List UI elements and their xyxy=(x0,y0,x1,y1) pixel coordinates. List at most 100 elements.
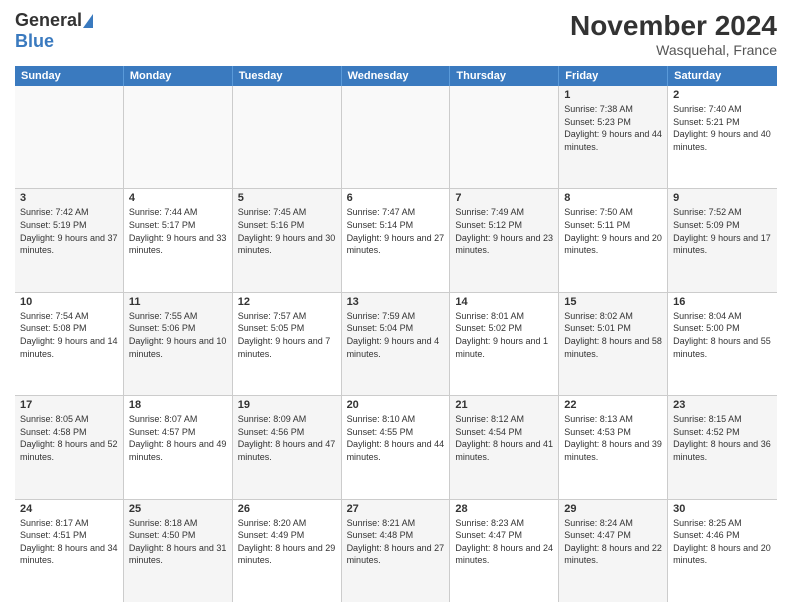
header: General Blue November 2024 Wasquehal, Fr… xyxy=(15,10,777,58)
day-info-28: Sunrise: 8:23 AM Sunset: 4:47 PM Dayligh… xyxy=(455,517,553,567)
day-info-15: Sunrise: 8:02 AM Sunset: 5:01 PM Dayligh… xyxy=(564,310,662,360)
day-number-12: 12 xyxy=(238,296,336,308)
day-number-17: 17 xyxy=(20,399,118,411)
calendar-cell-1-0: 3 Sunrise: 7:42 AM Sunset: 5:19 PM Daylig… xyxy=(15,189,124,291)
calendar-cell-2-0: 10 Sunrise: 7:54 AM Sunset: 5:08 PM Dayli… xyxy=(15,293,124,395)
day-number-1: 1 xyxy=(564,89,662,101)
day-info-19: Sunrise: 8:09 AM Sunset: 4:56 PM Dayligh… xyxy=(238,413,336,463)
day-number-7: 7 xyxy=(455,192,553,204)
day-number-5: 5 xyxy=(238,192,336,204)
day-number-13: 13 xyxy=(347,296,445,308)
calendar-cell-1-2: 5 Sunrise: 7:45 AM Sunset: 5:16 PM Daylig… xyxy=(233,189,342,291)
calendar-cell-0-6: 2 Sunrise: 7:40 AM Sunset: 5:21 PM Daylig… xyxy=(668,86,777,188)
day-info-16: Sunrise: 8:04 AM Sunset: 5:00 PM Dayligh… xyxy=(673,310,772,360)
day-info-26: Sunrise: 8:20 AM Sunset: 4:49 PM Dayligh… xyxy=(238,517,336,567)
calendar-cell-0-1 xyxy=(124,86,233,188)
day-number-8: 8 xyxy=(564,192,662,204)
calendar: Sunday Monday Tuesday Wednesday Thursday… xyxy=(15,66,777,602)
day-info-27: Sunrise: 8:21 AM Sunset: 4:48 PM Dayligh… xyxy=(347,517,445,567)
title-section: November 2024 Wasquehal, France xyxy=(570,10,777,58)
day-info-2: Sunrise: 7:40 AM Sunset: 5:21 PM Dayligh… xyxy=(673,103,772,153)
day-info-1: Sunrise: 7:38 AM Sunset: 5:23 PM Dayligh… xyxy=(564,103,662,153)
day-number-10: 10 xyxy=(20,296,118,308)
day-info-25: Sunrise: 8:18 AM Sunset: 4:50 PM Dayligh… xyxy=(129,517,227,567)
day-number-14: 14 xyxy=(455,296,553,308)
logo-general-text: General xyxy=(15,10,82,31)
calendar-cell-3-1: 18 Sunrise: 8:07 AM Sunset: 4:57 PM Dayli… xyxy=(124,396,233,498)
header-friday: Friday xyxy=(559,66,668,86)
calendar-cell-1-6: 9 Sunrise: 7:52 AM Sunset: 5:09 PM Daylig… xyxy=(668,189,777,291)
day-number-4: 4 xyxy=(129,192,227,204)
day-number-3: 3 xyxy=(20,192,118,204)
day-number-11: 11 xyxy=(129,296,227,308)
calendar-cell-1-4: 7 Sunrise: 7:49 AM Sunset: 5:12 PM Daylig… xyxy=(450,189,559,291)
day-info-9: Sunrise: 7:52 AM Sunset: 5:09 PM Dayligh… xyxy=(673,206,772,256)
main-title: November 2024 xyxy=(570,10,777,42)
calendar-cell-2-2: 12Sunrise: 7:57 AM Sunset: 5:05 PM Dayli… xyxy=(233,293,342,395)
day-info-8: Sunrise: 7:50 AM Sunset: 5:11 PM Dayligh… xyxy=(564,206,662,256)
calendar-cell-4-6: 30Sunrise: 8:25 AM Sunset: 4:46 PM Dayli… xyxy=(668,500,777,602)
day-info-10: Sunrise: 7:54 AM Sunset: 5:08 PM Dayligh… xyxy=(20,310,118,360)
day-info-4: Sunrise: 7:44 AM Sunset: 5:17 PM Dayligh… xyxy=(129,206,227,256)
calendar-cell-0-4 xyxy=(450,86,559,188)
calendar-cell-2-4: 14 Sunrise: 8:01 AM Sunset: 5:02 PM Dayli… xyxy=(450,293,559,395)
header-thursday: Thursday xyxy=(450,66,559,86)
logo-line1: General xyxy=(15,10,93,31)
day-number-29: 29 xyxy=(564,503,662,515)
day-number-21: 21 xyxy=(455,399,553,411)
calendar-cell-0-0 xyxy=(15,86,124,188)
logo-arrow-icon xyxy=(83,14,93,28)
day-number-24: 24 xyxy=(20,503,118,515)
day-number-9: 9 xyxy=(673,192,772,204)
calendar-row-4: 24 Sunrise: 8:17 AM Sunset: 4:51 PM Dayli… xyxy=(15,500,777,602)
calendar-cell-3-4: 21 Sunrise: 8:12 AM Sunset: 4:54 PM Dayli… xyxy=(450,396,559,498)
calendar-cell-4-1: 25Sunrise: 8:18 AM Sunset: 4:50 PM Dayli… xyxy=(124,500,233,602)
day-info-13: Sunrise: 7:59 AM Sunset: 5:04 PM Dayligh… xyxy=(347,310,445,360)
day-info-6: Sunrise: 7:47 AM Sunset: 5:14 PM Dayligh… xyxy=(347,206,445,256)
day-number-2: 2 xyxy=(673,89,772,101)
logo: General Blue xyxy=(15,10,93,52)
calendar-cell-1-5: 8 Sunrise: 7:50 AM Sunset: 5:11 PM Daylig… xyxy=(559,189,668,291)
calendar-body: 1 Sunrise: 7:38 AM Sunset: 5:23 PM Daylig… xyxy=(15,86,777,602)
day-number-28: 28 xyxy=(455,503,553,515)
day-info-14: Sunrise: 8:01 AM Sunset: 5:02 PM Dayligh… xyxy=(455,310,553,360)
calendar-row-1: 3 Sunrise: 7:42 AM Sunset: 5:19 PM Daylig… xyxy=(15,189,777,292)
calendar-cell-3-5: 22Sunrise: 8:13 AM Sunset: 4:53 PM Dayli… xyxy=(559,396,668,498)
subtitle: Wasquehal, France xyxy=(570,42,777,58)
calendar-cell-0-2 xyxy=(233,86,342,188)
calendar-cell-2-5: 15 Sunrise: 8:02 AM Sunset: 5:01 PM Dayli… xyxy=(559,293,668,395)
day-info-29: Sunrise: 8:24 AM Sunset: 4:47 PM Dayligh… xyxy=(564,517,662,567)
calendar-cell-1-1: 4 Sunrise: 7:44 AM Sunset: 5:17 PM Daylig… xyxy=(124,189,233,291)
header-saturday: Saturday xyxy=(668,66,777,86)
calendar-cell-4-0: 24 Sunrise: 8:17 AM Sunset: 4:51 PM Dayli… xyxy=(15,500,124,602)
header-tuesday: Tuesday xyxy=(233,66,342,86)
logo-blue-text: Blue xyxy=(15,31,54,51)
day-info-24: Sunrise: 8:17 AM Sunset: 4:51 PM Dayligh… xyxy=(20,517,118,567)
calendar-cell-0-3 xyxy=(342,86,451,188)
calendar-cell-2-6: 16Sunrise: 8:04 AM Sunset: 5:00 PM Dayli… xyxy=(668,293,777,395)
page: General Blue November 2024 Wasquehal, Fr… xyxy=(0,0,792,612)
day-info-18: Sunrise: 8:07 AM Sunset: 4:57 PM Dayligh… xyxy=(129,413,227,463)
calendar-row-0: 1 Sunrise: 7:38 AM Sunset: 5:23 PM Daylig… xyxy=(15,86,777,189)
day-info-17: Sunrise: 8:05 AM Sunset: 4:58 PM Dayligh… xyxy=(20,413,118,463)
day-number-15: 15 xyxy=(564,296,662,308)
day-number-18: 18 xyxy=(129,399,227,411)
calendar-row-2: 10 Sunrise: 7:54 AM Sunset: 5:08 PM Dayli… xyxy=(15,293,777,396)
calendar-cell-2-3: 13 Sunrise: 7:59 AM Sunset: 5:04 PM Dayli… xyxy=(342,293,451,395)
day-number-20: 20 xyxy=(347,399,445,411)
calendar-cell-2-1: 11 Sunrise: 7:55 AM Sunset: 5:06 PM Dayli… xyxy=(124,293,233,395)
calendar-cell-4-3: 27Sunrise: 8:21 AM Sunset: 4:48 PM Dayli… xyxy=(342,500,451,602)
day-info-21: Sunrise: 8:12 AM Sunset: 4:54 PM Dayligh… xyxy=(455,413,553,463)
calendar-cell-1-3: 6Sunrise: 7:47 AM Sunset: 5:14 PM Daylig… xyxy=(342,189,451,291)
day-number-19: 19 xyxy=(238,399,336,411)
day-info-20: Sunrise: 8:10 AM Sunset: 4:55 PM Dayligh… xyxy=(347,413,445,463)
calendar-cell-4-5: 29 Sunrise: 8:24 AM Sunset: 4:47 PM Dayli… xyxy=(559,500,668,602)
header-wednesday: Wednesday xyxy=(342,66,451,86)
calendar-cell-3-6: 23Sunrise: 8:15 AM Sunset: 4:52 PM Dayli… xyxy=(668,396,777,498)
day-number-23: 23 xyxy=(673,399,772,411)
day-info-11: Sunrise: 7:55 AM Sunset: 5:06 PM Dayligh… xyxy=(129,310,227,360)
day-info-22: Sunrise: 8:13 AM Sunset: 4:53 PM Dayligh… xyxy=(564,413,662,463)
day-info-5: Sunrise: 7:45 AM Sunset: 5:16 PM Dayligh… xyxy=(238,206,336,256)
day-info-7: Sunrise: 7:49 AM Sunset: 5:12 PM Dayligh… xyxy=(455,206,553,256)
day-info-3: Sunrise: 7:42 AM Sunset: 5:19 PM Dayligh… xyxy=(20,206,118,256)
